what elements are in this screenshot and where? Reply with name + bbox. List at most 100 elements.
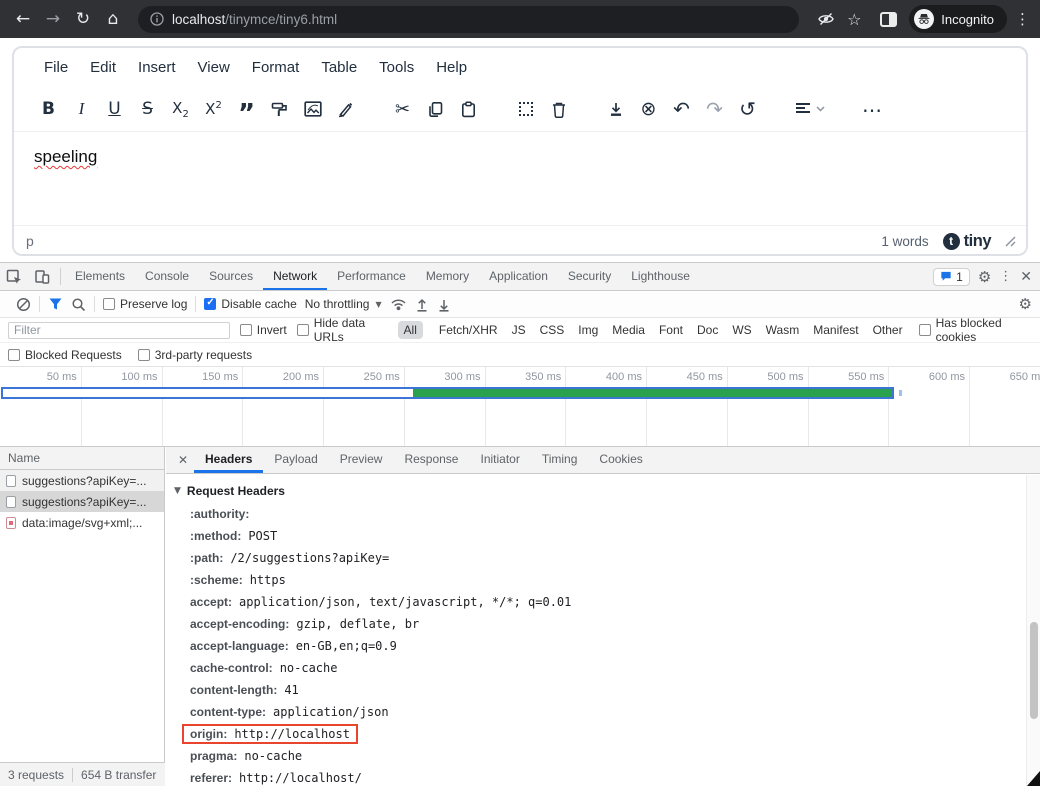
filter-input[interactable] bbox=[8, 322, 230, 339]
misspelled-word[interactable]: speeling bbox=[34, 147, 97, 166]
menu-item[interactable]: Format bbox=[242, 55, 310, 80]
superscript-icon[interactable]: X2 bbox=[197, 94, 230, 124]
paste-icon[interactable] bbox=[452, 94, 485, 124]
devtools-tab[interactable]: Lighthouse bbox=[621, 263, 700, 290]
strikethrough-icon[interactable]: S bbox=[131, 94, 164, 124]
request-type-filter[interactable]: All bbox=[398, 321, 423, 339]
delete-icon[interactable] bbox=[542, 94, 575, 124]
third-party-requests-checkbox[interactable] bbox=[138, 349, 150, 361]
inspect-element-icon[interactable] bbox=[0, 263, 28, 290]
browser-menu-icon[interactable]: ⋮ bbox=[1015, 10, 1030, 28]
back-button[interactable]: ← bbox=[10, 6, 36, 32]
request-row[interactable]: suggestions?apiKey=... bbox=[0, 491, 164, 512]
editor-content[interactable]: speeling bbox=[14, 131, 1026, 225]
element-path[interactable]: p bbox=[26, 233, 34, 249]
format-painter-icon[interactable] bbox=[263, 94, 296, 124]
export-har-icon[interactable] bbox=[437, 297, 451, 312]
request-type-filter[interactable]: Img bbox=[578, 323, 598, 337]
request-type-filter[interactable]: JS bbox=[512, 323, 526, 337]
devtools-settings-icon[interactable]: ⚙ bbox=[978, 268, 991, 286]
devtools-tab[interactable]: Memory bbox=[416, 263, 479, 290]
more-icon[interactable]: … bbox=[856, 94, 889, 124]
request-type-filter[interactable]: Wasm bbox=[766, 323, 800, 337]
preserve-log-checkbox[interactable] bbox=[103, 298, 115, 310]
word-count[interactable]: 1 words bbox=[881, 234, 928, 249]
cancel-icon[interactable]: ⊗ bbox=[632, 94, 665, 124]
resize-grip-icon[interactable] bbox=[1005, 236, 1016, 247]
details-scrollbar[interactable] bbox=[1026, 475, 1040, 786]
invert-checkbox[interactable] bbox=[240, 324, 252, 336]
restore-draft-icon[interactable]: ↺ bbox=[731, 94, 764, 124]
details-tab[interactable]: Response bbox=[393, 447, 469, 473]
request-type-filter[interactable]: Doc bbox=[697, 323, 718, 337]
network-overview-timeline[interactable]: 50 ms100 ms150 ms200 ms250 ms300 ms350 m… bbox=[0, 367, 1040, 447]
search-icon[interactable] bbox=[71, 297, 86, 312]
devtools-menu-icon[interactable]: ⋮ bbox=[999, 269, 1012, 284]
request-type-filter[interactable]: Manifest bbox=[813, 323, 858, 337]
devtools-tab[interactable]: Elements bbox=[65, 263, 135, 290]
request-type-filter[interactable]: Font bbox=[659, 323, 683, 337]
request-headers-section[interactable]: ▼ Request Headers bbox=[174, 484, 1026, 498]
import-har-icon[interactable] bbox=[415, 297, 429, 312]
menu-item[interactable]: View bbox=[188, 55, 240, 80]
align-left-icon[interactable] bbox=[788, 94, 832, 124]
cut-icon[interactable]: ✂ bbox=[386, 94, 419, 124]
menu-item[interactable]: Insert bbox=[128, 55, 186, 80]
details-tab[interactable]: Cookies bbox=[588, 447, 653, 473]
cookies-blocked-icon[interactable] bbox=[813, 6, 839, 32]
disable-cache-checkbox[interactable] bbox=[204, 298, 216, 310]
details-tab[interactable]: Timing bbox=[531, 447, 589, 473]
device-toolbar-icon[interactable] bbox=[28, 263, 56, 290]
underline-icon[interactable]: U bbox=[98, 94, 131, 124]
devtools-tab[interactable]: Application bbox=[479, 263, 558, 290]
blockquote-icon[interactable]: ” bbox=[230, 94, 263, 124]
hide-data-urls-checkbox[interactable] bbox=[297, 324, 309, 336]
download-icon[interactable] bbox=[599, 94, 632, 124]
request-row[interactable]: data:image/svg+xml;... bbox=[0, 512, 164, 533]
devtools-tab[interactable]: Network bbox=[263, 263, 327, 290]
details-tab[interactable]: Payload bbox=[263, 447, 328, 473]
site-info-icon[interactable] bbox=[150, 12, 164, 26]
has-blocked-cookies-checkbox[interactable] bbox=[919, 324, 931, 336]
request-type-filter[interactable]: CSS bbox=[540, 323, 565, 337]
bookmark-star-icon[interactable]: ☆ bbox=[841, 6, 867, 32]
details-tab[interactable]: Initiator bbox=[469, 447, 530, 473]
italic-icon[interactable]: I bbox=[65, 94, 98, 124]
issues-badge[interactable]: 1 bbox=[933, 268, 970, 286]
select-all-icon[interactable] bbox=[509, 94, 542, 124]
tiny-logo[interactable]: t tiny bbox=[943, 232, 991, 251]
requests-name-header[interactable]: Name bbox=[0, 447, 164, 470]
request-row[interactable]: suggestions?apiKey=... bbox=[0, 470, 164, 491]
request-type-filter[interactable]: Media bbox=[612, 323, 645, 337]
request-type-filter[interactable]: Other bbox=[873, 323, 903, 337]
network-conditions-icon[interactable] bbox=[390, 297, 407, 311]
devtools-tab[interactable]: Console bbox=[135, 263, 199, 290]
menu-item[interactable]: Edit bbox=[80, 55, 126, 80]
clear-icon[interactable] bbox=[16, 297, 31, 312]
redo-icon[interactable]: ↷ bbox=[698, 94, 731, 124]
request-type-filter[interactable]: Fetch/XHR bbox=[439, 323, 498, 337]
address-bar[interactable]: localhost/tinymce/tiny6.html bbox=[138, 6, 799, 33]
bold-icon[interactable]: B bbox=[32, 94, 65, 124]
network-settings-icon[interactable]: ⚙ bbox=[1019, 295, 1032, 313]
close-details-icon[interactable]: ✕ bbox=[172, 447, 194, 473]
devtools-tab[interactable]: Sources bbox=[199, 263, 263, 290]
blocked-requests-checkbox[interactable] bbox=[8, 349, 20, 361]
menu-item[interactable]: Help bbox=[426, 55, 477, 80]
devtools-close-icon[interactable]: ✕ bbox=[1020, 268, 1032, 285]
copy-icon[interactable] bbox=[419, 94, 452, 124]
undo-icon[interactable]: ↶ bbox=[665, 94, 698, 124]
request-type-filter[interactable]: WS bbox=[732, 323, 751, 337]
reload-button[interactable]: ↻ bbox=[70, 6, 96, 32]
subscript-icon[interactable]: X2 bbox=[164, 94, 197, 124]
scrollbar-thumb[interactable] bbox=[1030, 622, 1038, 719]
throttling-select[interactable]: No throttling ▼ bbox=[305, 297, 382, 311]
devtools-tab[interactable]: Security bbox=[558, 263, 621, 290]
menu-item[interactable]: File bbox=[34, 55, 78, 80]
menu-item[interactable]: Table bbox=[311, 55, 367, 80]
details-tab[interactable]: Preview bbox=[329, 447, 394, 473]
insert-image-icon[interactable] bbox=[296, 94, 329, 124]
filter-icon[interactable] bbox=[48, 297, 63, 311]
highlight-pen-icon[interactable] bbox=[329, 94, 362, 124]
menu-item[interactable]: Tools bbox=[369, 55, 424, 80]
